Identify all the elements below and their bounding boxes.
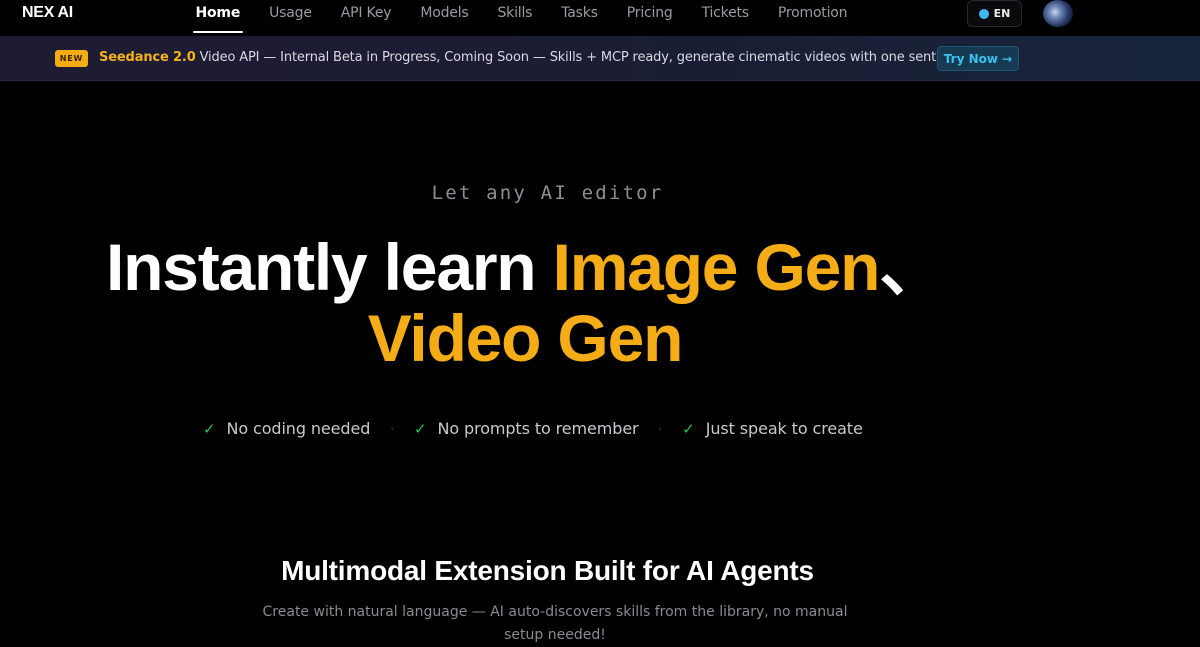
announcement-banner: NEW Seedance 2.0 Video API — Internal Be… bbox=[0, 36, 1200, 81]
nav-link-promotion[interactable]: Promotion bbox=[763, 0, 861, 33]
nav-link-usage[interactable]: Usage bbox=[255, 0, 327, 33]
hero-title-line1: Instantly learn Image Gen、 bbox=[0, 234, 1050, 300]
feature-item: ✓ No coding needed bbox=[203, 419, 370, 438]
nav-link-models[interactable]: Models bbox=[406, 0, 483, 33]
hero-title-tail: 、 bbox=[879, 230, 945, 304]
banner-message: Video API — Internal Beta in Progress, C… bbox=[195, 50, 967, 65]
feature-item: ✓ Just speak to create bbox=[682, 419, 863, 438]
check-icon: ✓ bbox=[203, 419, 216, 438]
hero-title-accent: Image Gen bbox=[552, 230, 881, 304]
feature-label: No coding needed bbox=[226, 419, 371, 438]
banner-highlight: Seedance 2.0 bbox=[99, 50, 196, 65]
banner-text: Seedance 2.0 Video API — Internal Beta i… bbox=[99, 50, 967, 65]
feature-separator: · bbox=[390, 421, 394, 436]
globe-icon bbox=[978, 8, 989, 19]
feature-item: ✓ No prompts to remember bbox=[414, 419, 639, 438]
top-nav: NEX AI Home Usage API Key Models Skills … bbox=[0, 0, 1200, 36]
nav-link-tickets[interactable]: Tickets bbox=[687, 0, 763, 33]
check-icon: ✓ bbox=[414, 419, 427, 438]
nav-link-api-key[interactable]: API Key bbox=[326, 0, 406, 33]
feature-label: No prompts to remember bbox=[437, 419, 639, 438]
nav-links: Home Usage API Key Models Skills Tasks P… bbox=[181, 0, 862, 36]
hero-eyebrow: Let any AI editor bbox=[431, 182, 664, 204]
nav-link-pricing[interactable]: Pricing bbox=[612, 0, 687, 33]
new-badge: NEW bbox=[55, 50, 88, 67]
hero-title-white: Instantly learn bbox=[105, 230, 553, 304]
try-now-button[interactable]: Try Now → bbox=[937, 46, 1019, 71]
language-label: EN bbox=[993, 7, 1011, 20]
nav-link-tasks[interactable]: Tasks bbox=[547, 0, 613, 33]
nav-link-home[interactable]: Home bbox=[181, 0, 255, 33]
feature-list: ✓ No coding needed · ✓ No prompts to rem… bbox=[203, 419, 863, 438]
section-description: Create with natural language — AI auto-d… bbox=[262, 604, 848, 643]
feature-label: Just speak to create bbox=[705, 419, 863, 438]
section-title: Multimodal Extension Built for AI Agents bbox=[281, 555, 814, 586]
nav-link-skills[interactable]: Skills bbox=[483, 0, 547, 33]
logo[interactable]: NEX AI bbox=[22, 4, 73, 22]
language-button[interactable]: EN bbox=[967, 0, 1022, 27]
check-icon: ✓ bbox=[682, 419, 695, 438]
page: NEX AI Home Usage API Key Models Skills … bbox=[0, 0, 1200, 647]
hero-title-line2: Video Gen bbox=[367, 301, 684, 375]
avatar[interactable] bbox=[1043, 0, 1073, 27]
feature-separator: · bbox=[658, 421, 663, 436]
